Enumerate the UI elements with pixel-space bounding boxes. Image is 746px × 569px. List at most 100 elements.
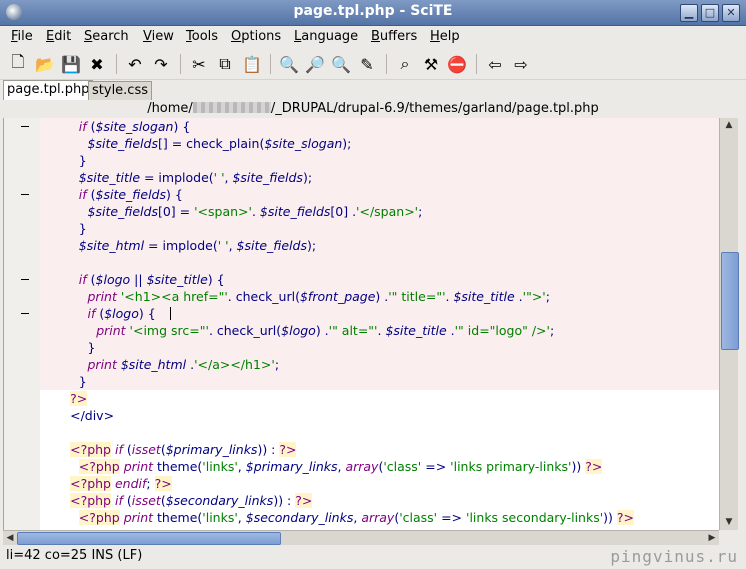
code-line[interactable]: if ($logo || $site_title) { [40, 271, 720, 288]
menu-item-edit[interactable]: Edit [46, 29, 71, 44]
code-token: . check_url( [208, 323, 282, 338]
open-folder-icon[interactable]: 📂 [34, 53, 56, 75]
code-line[interactable]: } [40, 152, 720, 169]
vertical-scroll-thumb[interactable] [721, 252, 739, 350]
fold-margin[interactable] [4, 118, 40, 530]
code-editor[interactable]: if ($site_slogan) {$site_fields[] = chec… [3, 118, 720, 530]
code-line[interactable]: $site_fields[0] = '<span>'. $site_fields… [40, 203, 720, 220]
menu-item-help[interactable]: Help [430, 29, 460, 44]
code-token: $primary_links [165, 442, 258, 457]
save-icon[interactable]: 💾 [60, 53, 82, 75]
build-icon[interactable]: ⚒ [420, 53, 442, 75]
code-line[interactable]: $site_fields[] = check_plain($site_sloga… [40, 135, 720, 152]
menu-item-language[interactable]: Language [294, 29, 358, 44]
code-line[interactable]: print $site_html .'</a></h1>'; [40, 356, 720, 373]
code-token: ( [86, 187, 96, 202]
code-line[interactable]: </div> [40, 407, 720, 424]
code-token: $site_fields [232, 170, 303, 185]
new-file-icon[interactable]: 🗋 [7, 52, 29, 75]
code-token: ( [86, 272, 96, 287]
menu-item-view[interactable]: View [143, 29, 174, 44]
window-title: page.tpl.php - SciTE [293, 3, 453, 19]
tab-page-tpl[interactable]: page.tpl.php [3, 80, 94, 100]
code-line[interactable]: if ($site_slogan) { [40, 118, 720, 135]
redo-icon[interactable]: ↷ [150, 53, 172, 75]
code-token: '<h1><a href="' [120, 289, 228, 304]
close-icon[interactable]: ✖ [86, 53, 108, 75]
code-token: $site_fields [259, 204, 331, 219]
close-window-button[interactable]: ✕ [722, 4, 740, 22]
previous-buffer-icon[interactable]: ⇦ [484, 53, 506, 75]
watermark: pingvinus.ru [610, 547, 738, 566]
cut-icon[interactable]: ✂ [188, 53, 210, 75]
code-token: '</a></h1>' [194, 357, 275, 372]
code-token: <?php [78, 459, 120, 474]
code-token: $logo [281, 323, 316, 338]
maximize-button[interactable]: □ [701, 4, 719, 22]
copy-icon[interactable]: ⧉ [214, 53, 236, 75]
tab-style-css[interactable]: style.css [88, 81, 152, 100]
stop-icon[interactable]: ⛔ [446, 53, 468, 75]
code-token: $site_fields [95, 187, 166, 202]
find-next-icon[interactable]: 🔎 [304, 53, 326, 75]
minimize-button[interactable]: ▁ [680, 4, 698, 22]
code-token: endif [114, 476, 147, 491]
code-token: print [87, 289, 117, 304]
code-line[interactable]: } [40, 339, 720, 356]
code-token: )) : [257, 442, 280, 457]
code-line[interactable]: print '<h1><a href="'. check_url($front_… [40, 288, 720, 305]
scroll-left-icon[interactable]: ◀ [3, 531, 17, 545]
code-token: )) [603, 510, 617, 525]
code-line[interactable]: <?php print theme('links', $primary_link… [40, 458, 720, 475]
menu-item-options[interactable]: Options [231, 29, 281, 44]
paste-icon[interactable]: 📋 [241, 53, 263, 75]
code-line[interactable]: } [40, 220, 720, 237]
code-token: print [123, 459, 154, 474]
code-line[interactable] [40, 424, 720, 441]
code-line[interactable]: <?php endif; ?> [40, 475, 720, 492]
scroll-right-icon[interactable]: ▶ [705, 531, 719, 545]
find-in-files-icon[interactable]: 🔍 [330, 53, 352, 75]
scroll-up-icon[interactable]: ▲ [720, 118, 738, 133]
scroll-down-icon[interactable]: ▼ [720, 515, 738, 530]
binoculars-icon[interactable]: ⌕ [394, 53, 416, 75]
tab-label: style.css [92, 83, 148, 98]
code-token: ( [86, 119, 96, 134]
code-line[interactable]: } [40, 373, 720, 390]
code-line[interactable]: print '<img src="'. check_url($logo) .'"… [40, 322, 720, 339]
code-token: => [421, 459, 451, 474]
menu-item-buffers[interactable]: Buffers [371, 29, 417, 44]
code-line[interactable]: $site_title = implode(' ', $site_fields)… [40, 169, 720, 186]
find-icon[interactable]: 🔍 [278, 53, 300, 75]
code-token: . check_url( [227, 289, 300, 304]
replace-icon[interactable]: ✎ [356, 53, 378, 75]
menu-item-search[interactable]: Search [84, 29, 129, 44]
code-token: ' ' [217, 238, 229, 253]
fold-marker-icon[interactable] [21, 279, 29, 280]
menu-item-file[interactable]: File [11, 29, 33, 44]
code-token: } [78, 221, 87, 236]
code-line[interactable]: <?php if (isset($secondary_links)) : ?> [40, 492, 720, 509]
code-token: . [251, 204, 260, 219]
fold-marker-icon[interactable] [21, 313, 29, 314]
code-line[interactable]: $site_html = implode(' ', $site_fields); [40, 237, 720, 254]
code-line[interactable]: ?> [40, 390, 720, 407]
vertical-scrollbar[interactable]: ▲ ▼ [719, 118, 739, 530]
code-token: theme( [153, 510, 203, 525]
code-token: } [78, 153, 87, 168]
undo-icon[interactable]: ↶ [124, 53, 146, 75]
code-line[interactable]: if ($site_fields) { [40, 186, 720, 203]
menu-item-tools[interactable]: Tools [186, 29, 218, 44]
next-buffer-icon[interactable]: ⇨ [510, 53, 532, 75]
fold-marker-icon[interactable] [21, 194, 29, 195]
code-token: <?php [78, 510, 120, 525]
horizontal-scroll-thumb[interactable] [17, 532, 281, 545]
code-line[interactable]: <?php if (isset($primary_links)) : ?> [40, 441, 720, 458]
code-line[interactable]: <?php print theme('links', $secondary_li… [40, 509, 720, 526]
horizontal-scrollbar[interactable]: ◀ ▶ [3, 530, 719, 545]
fold-marker-icon[interactable] [21, 126, 29, 127]
code-line[interactable]: if ($logo) { [40, 305, 720, 322]
code-line[interactable] [40, 254, 720, 271]
path-suffix: /_DRUPAL/drupal-6.9/themes/garland/page.… [270, 101, 599, 116]
title-bar: page.tpl.php - SciTE ▁ □ ✕ [0, 0, 746, 26]
